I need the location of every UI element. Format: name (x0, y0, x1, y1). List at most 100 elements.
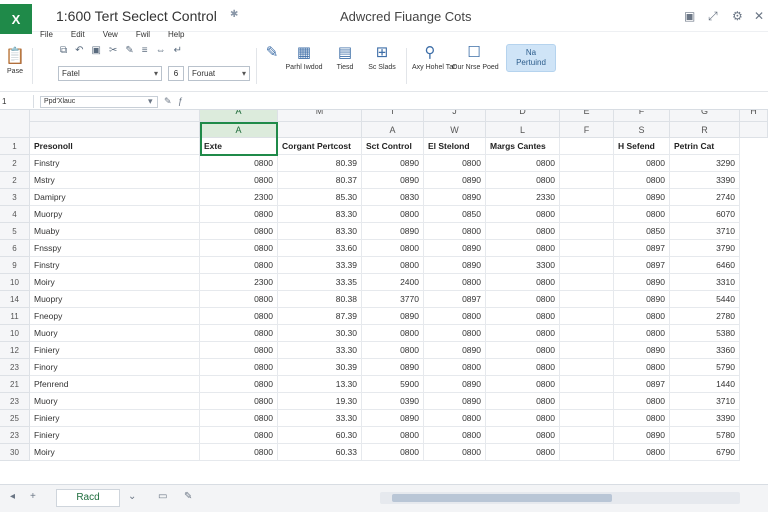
value-cell[interactable]: 0800 (424, 359, 486, 376)
pivot-table-button[interactable]: ▦ Parhl Iwdod (284, 42, 324, 88)
row-header[interactable]: 9 (0, 257, 30, 274)
value-cell[interactable]: 0890 (614, 427, 670, 444)
value-cell[interactable]: 5440 (670, 291, 740, 308)
value-cell[interactable]: 3710 (670, 393, 740, 410)
chevron-down-icon[interactable]: ▾ (148, 96, 153, 107)
value-cell[interactable]: 0800 (200, 240, 278, 257)
value-cell[interactable]: 0890 (362, 223, 424, 240)
page-icon[interactable]: ▭ (158, 491, 167, 502)
value-cell[interactable]: 0800 (486, 172, 560, 189)
value-cell[interactable]: 0890 (424, 376, 486, 393)
value-cell[interactable]: 0850 (614, 223, 670, 240)
value-cell[interactable]: 13.30 (278, 376, 362, 393)
value-cell[interactable]: 30.39 (278, 359, 362, 376)
value-cell[interactable]: 80.39 (278, 155, 362, 172)
value-cell[interactable]: 0800 (486, 410, 560, 427)
value-cell[interactable]: 0800 (486, 427, 560, 444)
value-cell[interactable]: 30.30 (278, 325, 362, 342)
value-cell[interactable]: 1440 (670, 376, 740, 393)
value-cell[interactable] (560, 427, 614, 444)
header-cell[interactable]: Corgant Pertcost (278, 138, 362, 155)
value-cell[interactable]: 0890 (424, 257, 486, 274)
column-subheader[interactable]: F (560, 122, 614, 138)
font-size-select[interactable]: 6 (168, 66, 184, 81)
row-header[interactable]: 21 (0, 376, 30, 393)
value-cell[interactable] (560, 342, 614, 359)
number-format-select[interactable]: Foruat ▾ (188, 66, 250, 81)
value-cell[interactable]: 0800 (200, 172, 278, 189)
scrollbar-thumb[interactable] (392, 494, 612, 502)
row-header[interactable]: 14 (0, 291, 30, 308)
value-cell[interactable]: 0890 (424, 172, 486, 189)
spreadsheet-grid[interactable]: A A M T A J W D L E F F S G R H 1 Presonoll Exte Corgant Pe… (0, 96, 768, 484)
value-cell[interactable]: 0800 (200, 291, 278, 308)
name-cell[interactable]: Moiry (30, 274, 200, 291)
row-header[interactable]: 4 (0, 206, 30, 223)
value-cell[interactable]: 3770 (362, 291, 424, 308)
value-cell[interactable]: 0897 (424, 291, 486, 308)
value-cell[interactable] (560, 308, 614, 325)
value-cell[interactable]: 0800 (614, 410, 670, 427)
align-icon[interactable]: ≡ (142, 45, 148, 56)
value-cell[interactable] (560, 223, 614, 240)
name-cell[interactable]: Muaby (30, 223, 200, 240)
name-cell[interactable]: Moiry (30, 444, 200, 461)
value-cell[interactable]: 33.30 (278, 410, 362, 427)
column-subheader[interactable] (740, 122, 768, 138)
value-cell[interactable]: 0800 (424, 223, 486, 240)
row-header[interactable]: 11 (0, 308, 30, 325)
wrap-icon[interactable]: ↵ (174, 45, 182, 56)
value-cell[interactable] (560, 393, 614, 410)
paste-button[interactable]: 📋 Pase (4, 46, 26, 88)
header-cell[interactable] (560, 138, 614, 155)
value-cell[interactable]: 0800 (200, 325, 278, 342)
value-cell[interactable]: 3310 (670, 274, 740, 291)
value-cell[interactable]: 83.30 (278, 206, 362, 223)
value-cell[interactable]: 0800 (362, 257, 424, 274)
value-cell[interactable] (560, 257, 614, 274)
value-cell[interactable]: 0800 (424, 444, 486, 461)
value-cell[interactable]: 0800 (362, 240, 424, 257)
value-cell[interactable]: 0850 (424, 206, 486, 223)
value-cell[interactable]: 5380 (670, 325, 740, 342)
row-header[interactable]: 23 (0, 393, 30, 410)
value-cell[interactable]: 87.39 (278, 308, 362, 325)
value-cell[interactable]: 0890 (362, 308, 424, 325)
charts-button[interactable]: ▤ Tiesd (330, 42, 360, 88)
value-cell[interactable] (560, 274, 614, 291)
value-cell[interactable]: 0800 (362, 342, 424, 359)
value-cell[interactable] (560, 240, 614, 257)
header-cell[interactable]: Petrin Cat (670, 138, 740, 155)
format-painter-icon[interactable]: ✎ (125, 45, 133, 56)
value-cell[interactable]: 2740 (670, 189, 740, 206)
value-cell[interactable]: 0897 (614, 257, 670, 274)
header-cell[interactable]: Presonoll (30, 138, 200, 155)
column-subheader[interactable] (278, 122, 362, 138)
name-cell[interactable]: Finstry (30, 257, 200, 274)
value-cell[interactable] (560, 189, 614, 206)
column-subheader[interactable]: W (424, 122, 486, 138)
value-cell[interactable]: 6460 (670, 257, 740, 274)
value-cell[interactable]: 0800 (486, 240, 560, 257)
value-cell[interactable] (560, 291, 614, 308)
name-cell[interactable]: Muory (30, 393, 200, 410)
row-header[interactable]: 12 (0, 342, 30, 359)
value-cell[interactable]: 0800 (200, 342, 278, 359)
save-icon[interactable]: ▣ (92, 45, 101, 56)
name-cell[interactable]: Mstry (30, 172, 200, 189)
value-cell[interactable]: 3390 (670, 172, 740, 189)
value-cell[interactable]: 0800 (200, 206, 278, 223)
value-cell[interactable]: 5900 (362, 376, 424, 393)
value-cell[interactable] (560, 155, 614, 172)
value-cell[interactable]: 19.30 (278, 393, 362, 410)
value-cell[interactable]: 0800 (486, 308, 560, 325)
edit-icon[interactable]: ✎ (184, 491, 192, 502)
value-cell[interactable]: 0800 (424, 274, 486, 291)
horizontal-scrollbar[interactable] (380, 492, 740, 504)
value-cell[interactable] (560, 410, 614, 427)
value-cell[interactable]: 0890 (424, 189, 486, 206)
value-cell[interactable]: 0800 (486, 155, 560, 172)
settings-icon[interactable]: ⚙ (732, 9, 743, 23)
row-header[interactable]: 1 (0, 138, 30, 155)
row-header[interactable]: 3 (0, 189, 30, 206)
